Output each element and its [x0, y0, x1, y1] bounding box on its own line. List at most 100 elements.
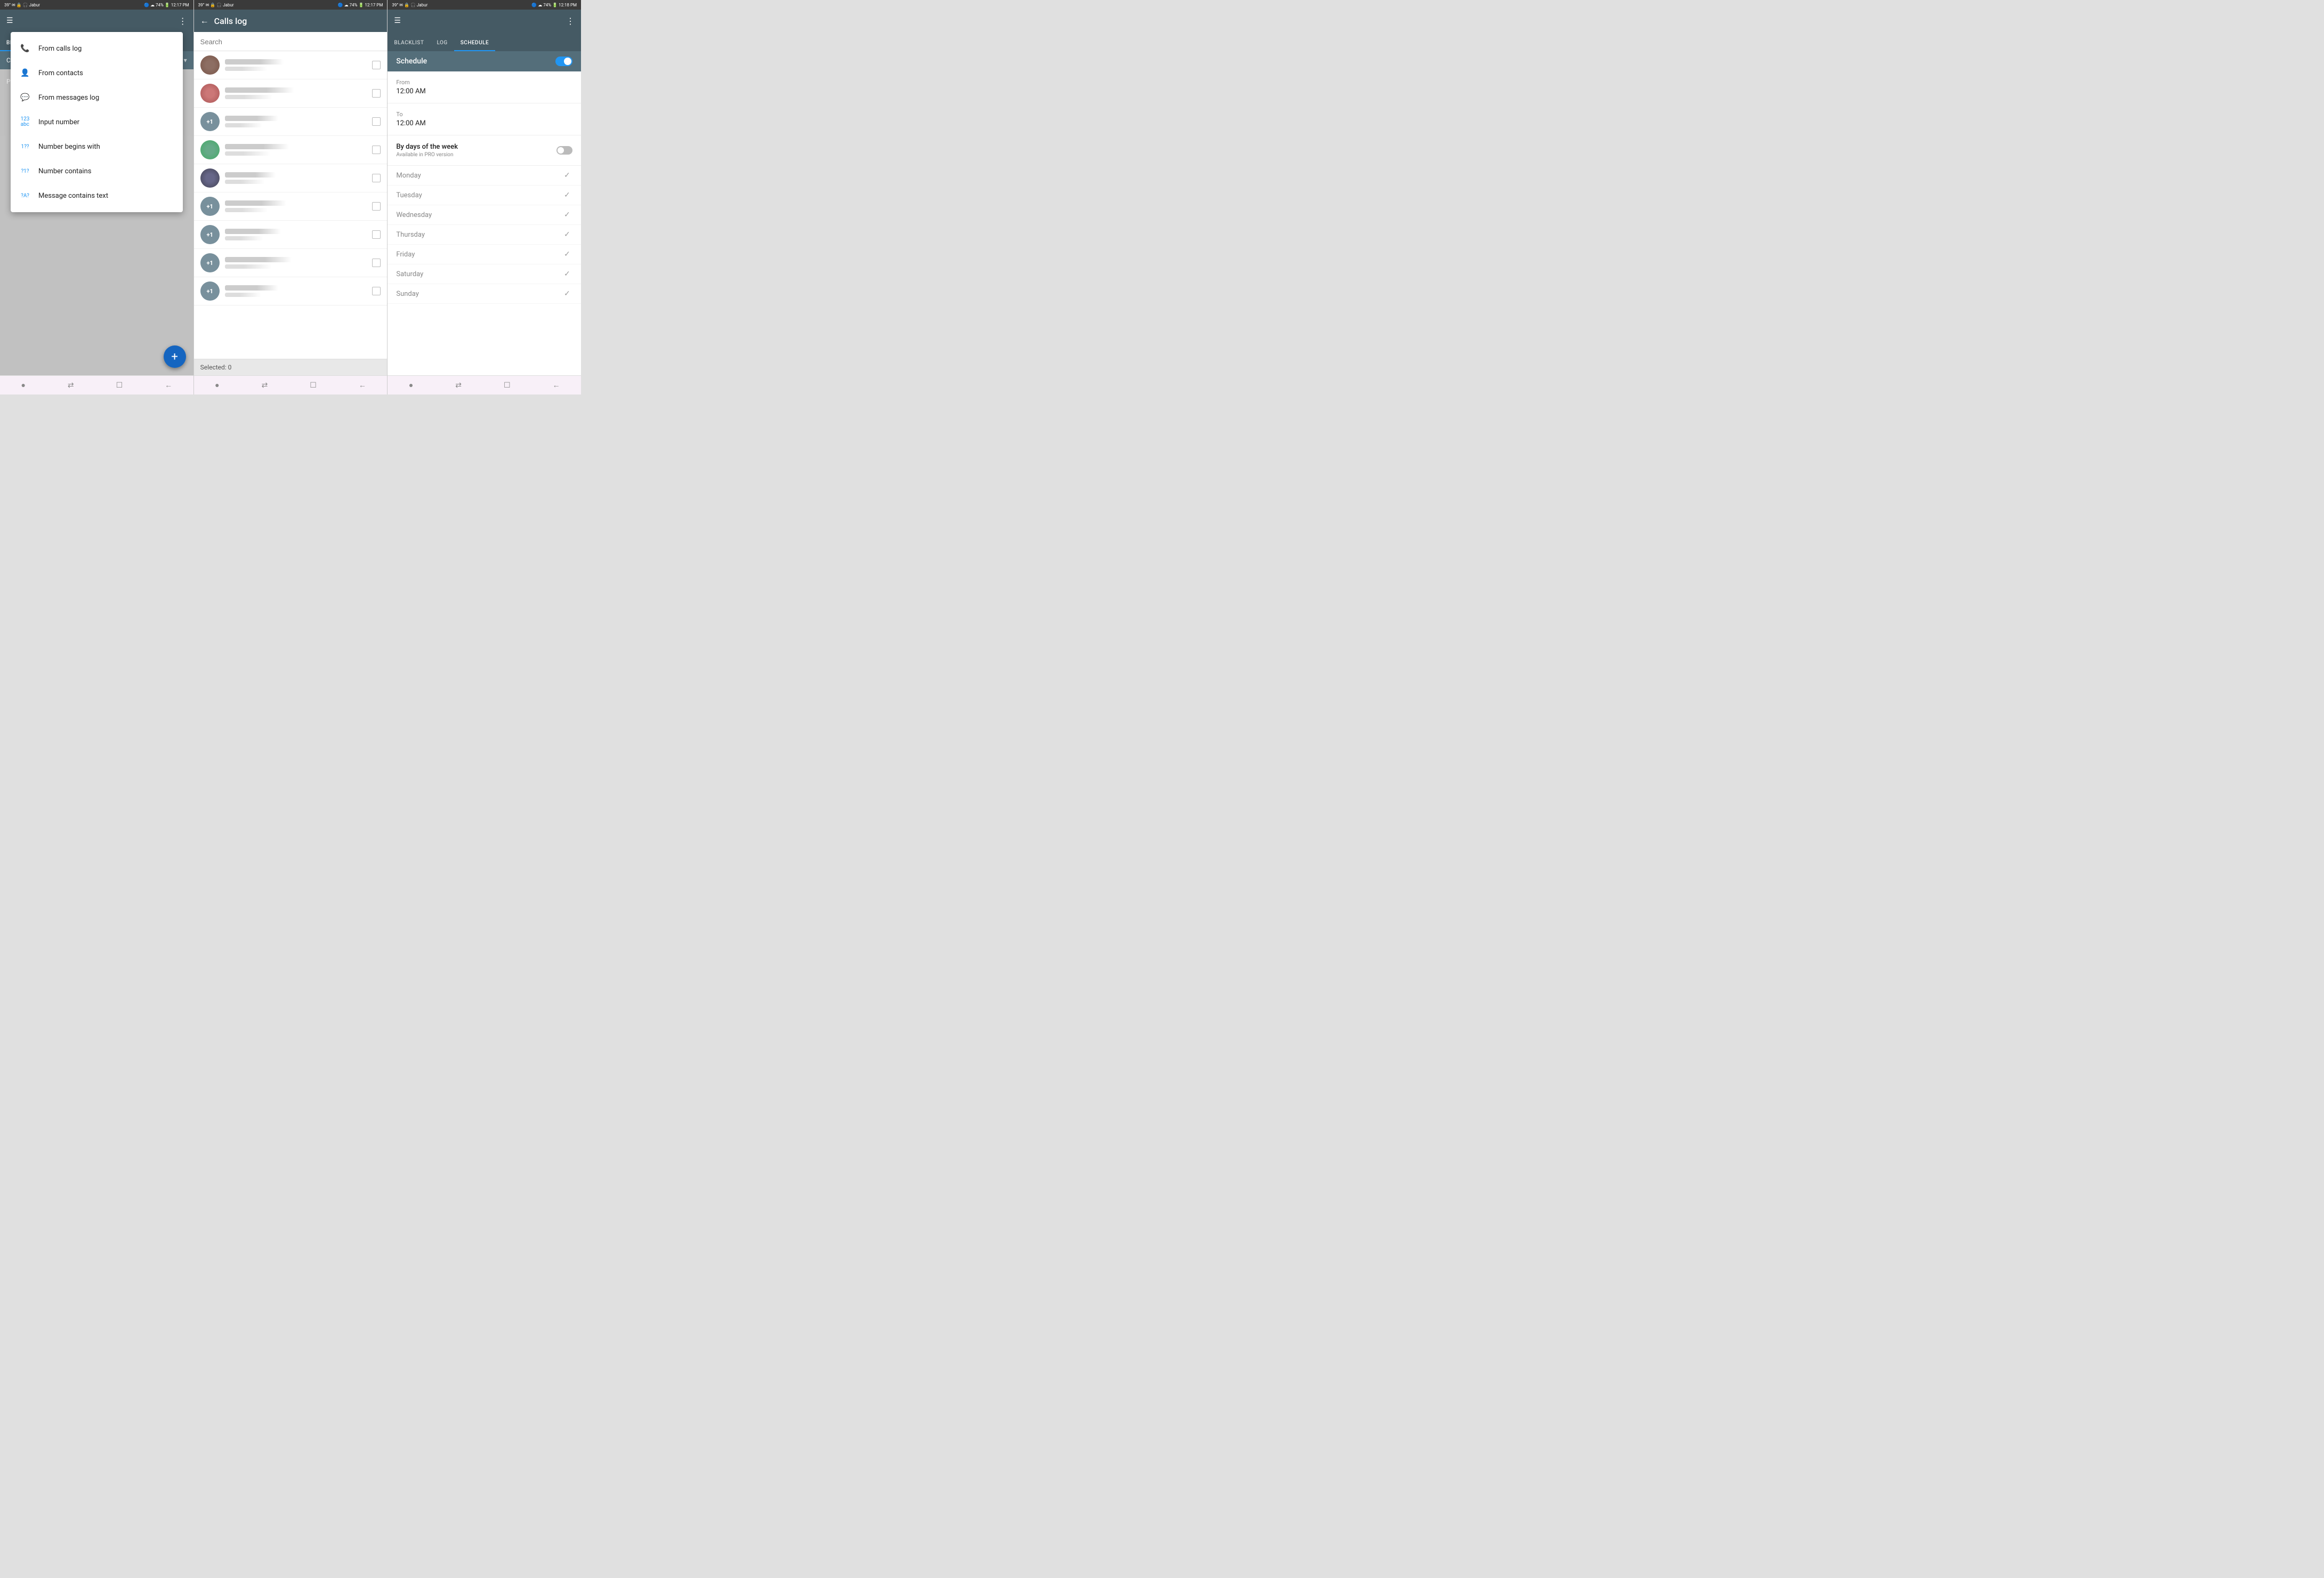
day-row-tuesday[interactable]: Tuesday ✓: [388, 186, 581, 205]
selected-count-label: Selected: 0: [200, 364, 232, 371]
tab-log-3[interactable]: LOG: [430, 36, 454, 51]
day-row-thursday[interactable]: Thursday ✓: [388, 225, 581, 245]
days-of-week-section: By days of the week Available in PRO ver…: [388, 135, 581, 166]
contact-name: [225, 229, 281, 234]
status-left-1: 39° ✉ 🔒 🎧 Jabur: [4, 3, 40, 7]
contact-number: [225, 151, 270, 156]
nav-dot-3[interactable]: ●: [402, 379, 419, 392]
qAq-icon: ?A?: [19, 190, 31, 202]
contact-item[interactable]: [194, 136, 388, 164]
days-title: By days of the week: [396, 143, 458, 151]
chevron-down-icon[interactable]: ▾: [184, 57, 187, 64]
add-number-fab[interactable]: +: [164, 345, 186, 368]
contact-item[interactable]: +1: [194, 108, 388, 136]
day-row-monday[interactable]: Monday ✓: [388, 166, 581, 186]
avatar: +1: [200, 225, 220, 244]
contact-info: [225, 144, 367, 156]
nav-back-2[interactable]: ←: [352, 379, 373, 392]
contact-checkbox[interactable]: [372, 89, 381, 98]
contact-info: [225, 172, 367, 184]
status-right-1: 🔵 ☁ 74% 🔋 12:17 PM: [144, 3, 189, 7]
nav-home-3[interactable]: ☐: [497, 379, 517, 392]
schedule-to-row[interactable]: To 12:00 AM: [388, 103, 581, 135]
contact-name: [225, 257, 292, 262]
contact-item[interactable]: [194, 51, 388, 79]
nav-dot-2[interactable]: ●: [208, 379, 225, 392]
contact-checkbox[interactable]: [372, 146, 381, 154]
contact-checkbox[interactable]: [372, 259, 381, 267]
day-row-friday[interactable]: Friday ✓: [388, 245, 581, 264]
day-row-sunday[interactable]: Sunday ✓: [388, 284, 581, 304]
avatar: +1: [200, 253, 220, 272]
contact-item[interactable]: +1: [194, 277, 388, 305]
tab-blacklist-3[interactable]: BLACKLIST: [388, 36, 430, 51]
day-row-saturday[interactable]: Saturday ✓: [388, 264, 581, 284]
day-check-tuesday[interactable]: ✓: [564, 191, 572, 199]
menu-from-calls-log[interactable]: 📞 From calls log: [11, 36, 183, 61]
contact-number: [225, 264, 272, 269]
status-bar-3: 39° ✉ 🔒 🎧 Jabur 🔵 ☁ 74% 🔋 12:18 PM: [388, 0, 581, 10]
contact-info: [225, 229, 367, 240]
day-check-sunday[interactable]: ✓: [564, 289, 572, 298]
calls-log-panel: 39° ✉ 🔒 🎧 Jabur 🔵 ☁ 74% 🔋 12:17 PM ← Cal…: [193, 0, 388, 395]
contact-info: [225, 116, 367, 127]
status-right-2: 🔵 ☁ 74% 🔋 12:17 PM: [338, 3, 383, 7]
contact-item[interactable]: [194, 79, 388, 108]
day-check-wednesday[interactable]: ✓: [564, 211, 572, 219]
hamburger-icon-3[interactable]: ☰: [394, 17, 401, 25]
nav-home-2[interactable]: ☐: [303, 379, 323, 392]
day-check-friday[interactable]: ✓: [564, 250, 572, 259]
day-row-wednesday[interactable]: Wednesday ✓: [388, 205, 581, 225]
menu-from-contacts[interactable]: 👤 From contacts: [11, 61, 183, 85]
overflow-menu-icon[interactable]: ⋮: [179, 16, 187, 26]
search-bar[interactable]: [194, 32, 388, 51]
hamburger-icon[interactable]: ☰: [6, 17, 13, 25]
123-icon: 123abc: [19, 116, 31, 128]
from-label: From: [396, 79, 572, 86]
menu-from-messages-log[interactable]: 💬 From messages log: [11, 85, 183, 110]
contact-item[interactable]: +1: [194, 221, 388, 249]
nav-bar-3: ● ⇄ ☐ ←: [388, 375, 581, 395]
schedule-app-bar: ☰ ⋮: [388, 10, 581, 32]
menu-number-begins-with[interactable]: 1?? Number begins with: [11, 134, 183, 159]
contact-info: [225, 200, 367, 212]
avatar: +1: [200, 112, 220, 131]
day-label-saturday: Saturday: [396, 270, 423, 278]
schedule-enable-toggle[interactable]: [555, 57, 572, 66]
nav-recent-2[interactable]: ⇄: [255, 379, 275, 392]
contact-name: [225, 144, 289, 149]
nav-back-3[interactable]: ←: [546, 379, 567, 392]
contact-item[interactable]: [194, 164, 388, 192]
back-icon[interactable]: ←: [200, 15, 209, 26]
menu-number-contains[interactable]: ?1? Number contains: [11, 159, 183, 183]
contact-checkbox[interactable]: [372, 230, 381, 239]
day-check-thursday[interactable]: ✓: [564, 230, 572, 239]
nav-recent-1[interactable]: ⇄: [61, 379, 80, 392]
menu-from-contacts-label: From contacts: [38, 69, 83, 77]
avatar: [200, 168, 220, 188]
schedule-from-row[interactable]: From 12:00 AM: [388, 71, 581, 103]
day-check-monday[interactable]: ✓: [564, 171, 572, 180]
nav-home-1[interactable]: ☐: [110, 379, 130, 392]
overflow-menu-icon-3[interactable]: ⋮: [566, 16, 575, 26]
schedule-panel: 39° ✉ 🔒 🎧 Jabur 🔵 ☁ 74% 🔋 12:18 PM ☰ ⋮ B…: [388, 0, 581, 395]
contact-checkbox[interactable]: [372, 287, 381, 295]
nav-dot-1[interactable]: ●: [14, 379, 31, 392]
search-input[interactable]: [200, 38, 381, 46]
nav-back-1[interactable]: ←: [158, 379, 179, 392]
contact-checkbox[interactable]: [372, 174, 381, 182]
contact-checkbox[interactable]: [372, 117, 381, 126]
contact-item[interactable]: +1: [194, 249, 388, 277]
avatar: [200, 140, 220, 159]
contact-checkbox[interactable]: [372, 202, 381, 211]
nav-recent-3[interactable]: ⇄: [449, 379, 468, 392]
contact-item[interactable]: +1: [194, 192, 388, 221]
contact-checkbox[interactable]: [372, 61, 381, 69]
days-subtitle: Available in PRO version: [396, 152, 458, 158]
menu-input-number[interactable]: 123abc Input number: [11, 110, 183, 134]
days-header-row: By days of the week Available in PRO ver…: [396, 143, 572, 158]
days-toggle[interactable]: [556, 146, 572, 155]
menu-message-contains-text[interactable]: ?A? Message contains text: [11, 183, 183, 208]
day-check-saturday[interactable]: ✓: [564, 270, 572, 278]
tab-schedule-3[interactable]: SCHEDULE: [454, 36, 495, 51]
